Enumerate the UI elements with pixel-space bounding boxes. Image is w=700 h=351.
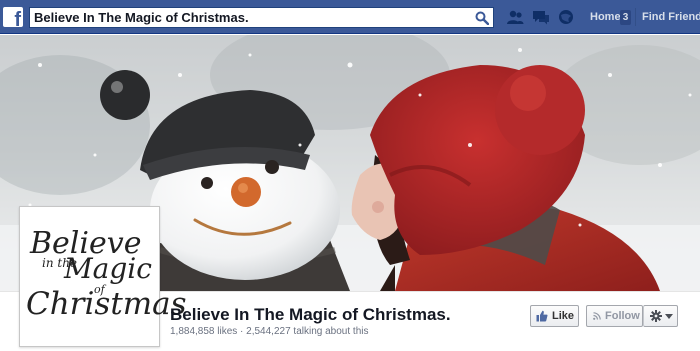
search-icon[interactable] bbox=[475, 11, 489, 25]
search-input[interactable]: Believe In The Magic of Christmas. bbox=[29, 7, 494, 28]
like-button[interactable]: Like bbox=[530, 305, 579, 327]
friend-requests-icon[interactable] bbox=[506, 9, 524, 25]
notifications-icon[interactable] bbox=[558, 9, 576, 25]
like-button-label: Like bbox=[552, 310, 575, 322]
facebook-logo-letter: f bbox=[14, 9, 21, 31]
nav-divider bbox=[635, 8, 636, 26]
nav-find-friends-link[interactable]: Find Friends bbox=[642, 11, 700, 23]
follow-button[interactable]: Follow bbox=[586, 305, 643, 327]
rss-icon bbox=[593, 312, 601, 320]
page-stats: 1,884,858 likes · 2,544,227 talking abou… bbox=[170, 326, 369, 337]
thumbs-up-icon bbox=[536, 310, 548, 322]
profile-picture[interactable]: Believe in the Magic of Christmas bbox=[19, 206, 187, 347]
avatar-text-line: Magic bbox=[64, 252, 152, 285]
gear-icon bbox=[650, 310, 662, 322]
top-navigation-bar: f Believe In The Magic of Christmas. Hom… bbox=[0, 0, 700, 34]
page-title[interactable]: Believe In The Magic of Christmas. bbox=[170, 305, 451, 325]
facebook-logo-icon[interactable]: f bbox=[3, 7, 23, 31]
search-input-value: Believe In The Magic of Christmas. bbox=[34, 10, 249, 25]
messages-icon[interactable] bbox=[532, 9, 550, 25]
home-count-badge[interactable]: 3 bbox=[620, 10, 631, 25]
profile-picture-art: Believe in the Magic of Christmas bbox=[24, 211, 187, 342]
avatar-text-line: Christmas bbox=[26, 286, 187, 322]
caret-down-icon bbox=[665, 314, 673, 319]
follow-button-label: Follow bbox=[605, 310, 640, 322]
page-options-button[interactable] bbox=[643, 305, 678, 327]
nav-home-link[interactable]: Home bbox=[590, 11, 621, 23]
